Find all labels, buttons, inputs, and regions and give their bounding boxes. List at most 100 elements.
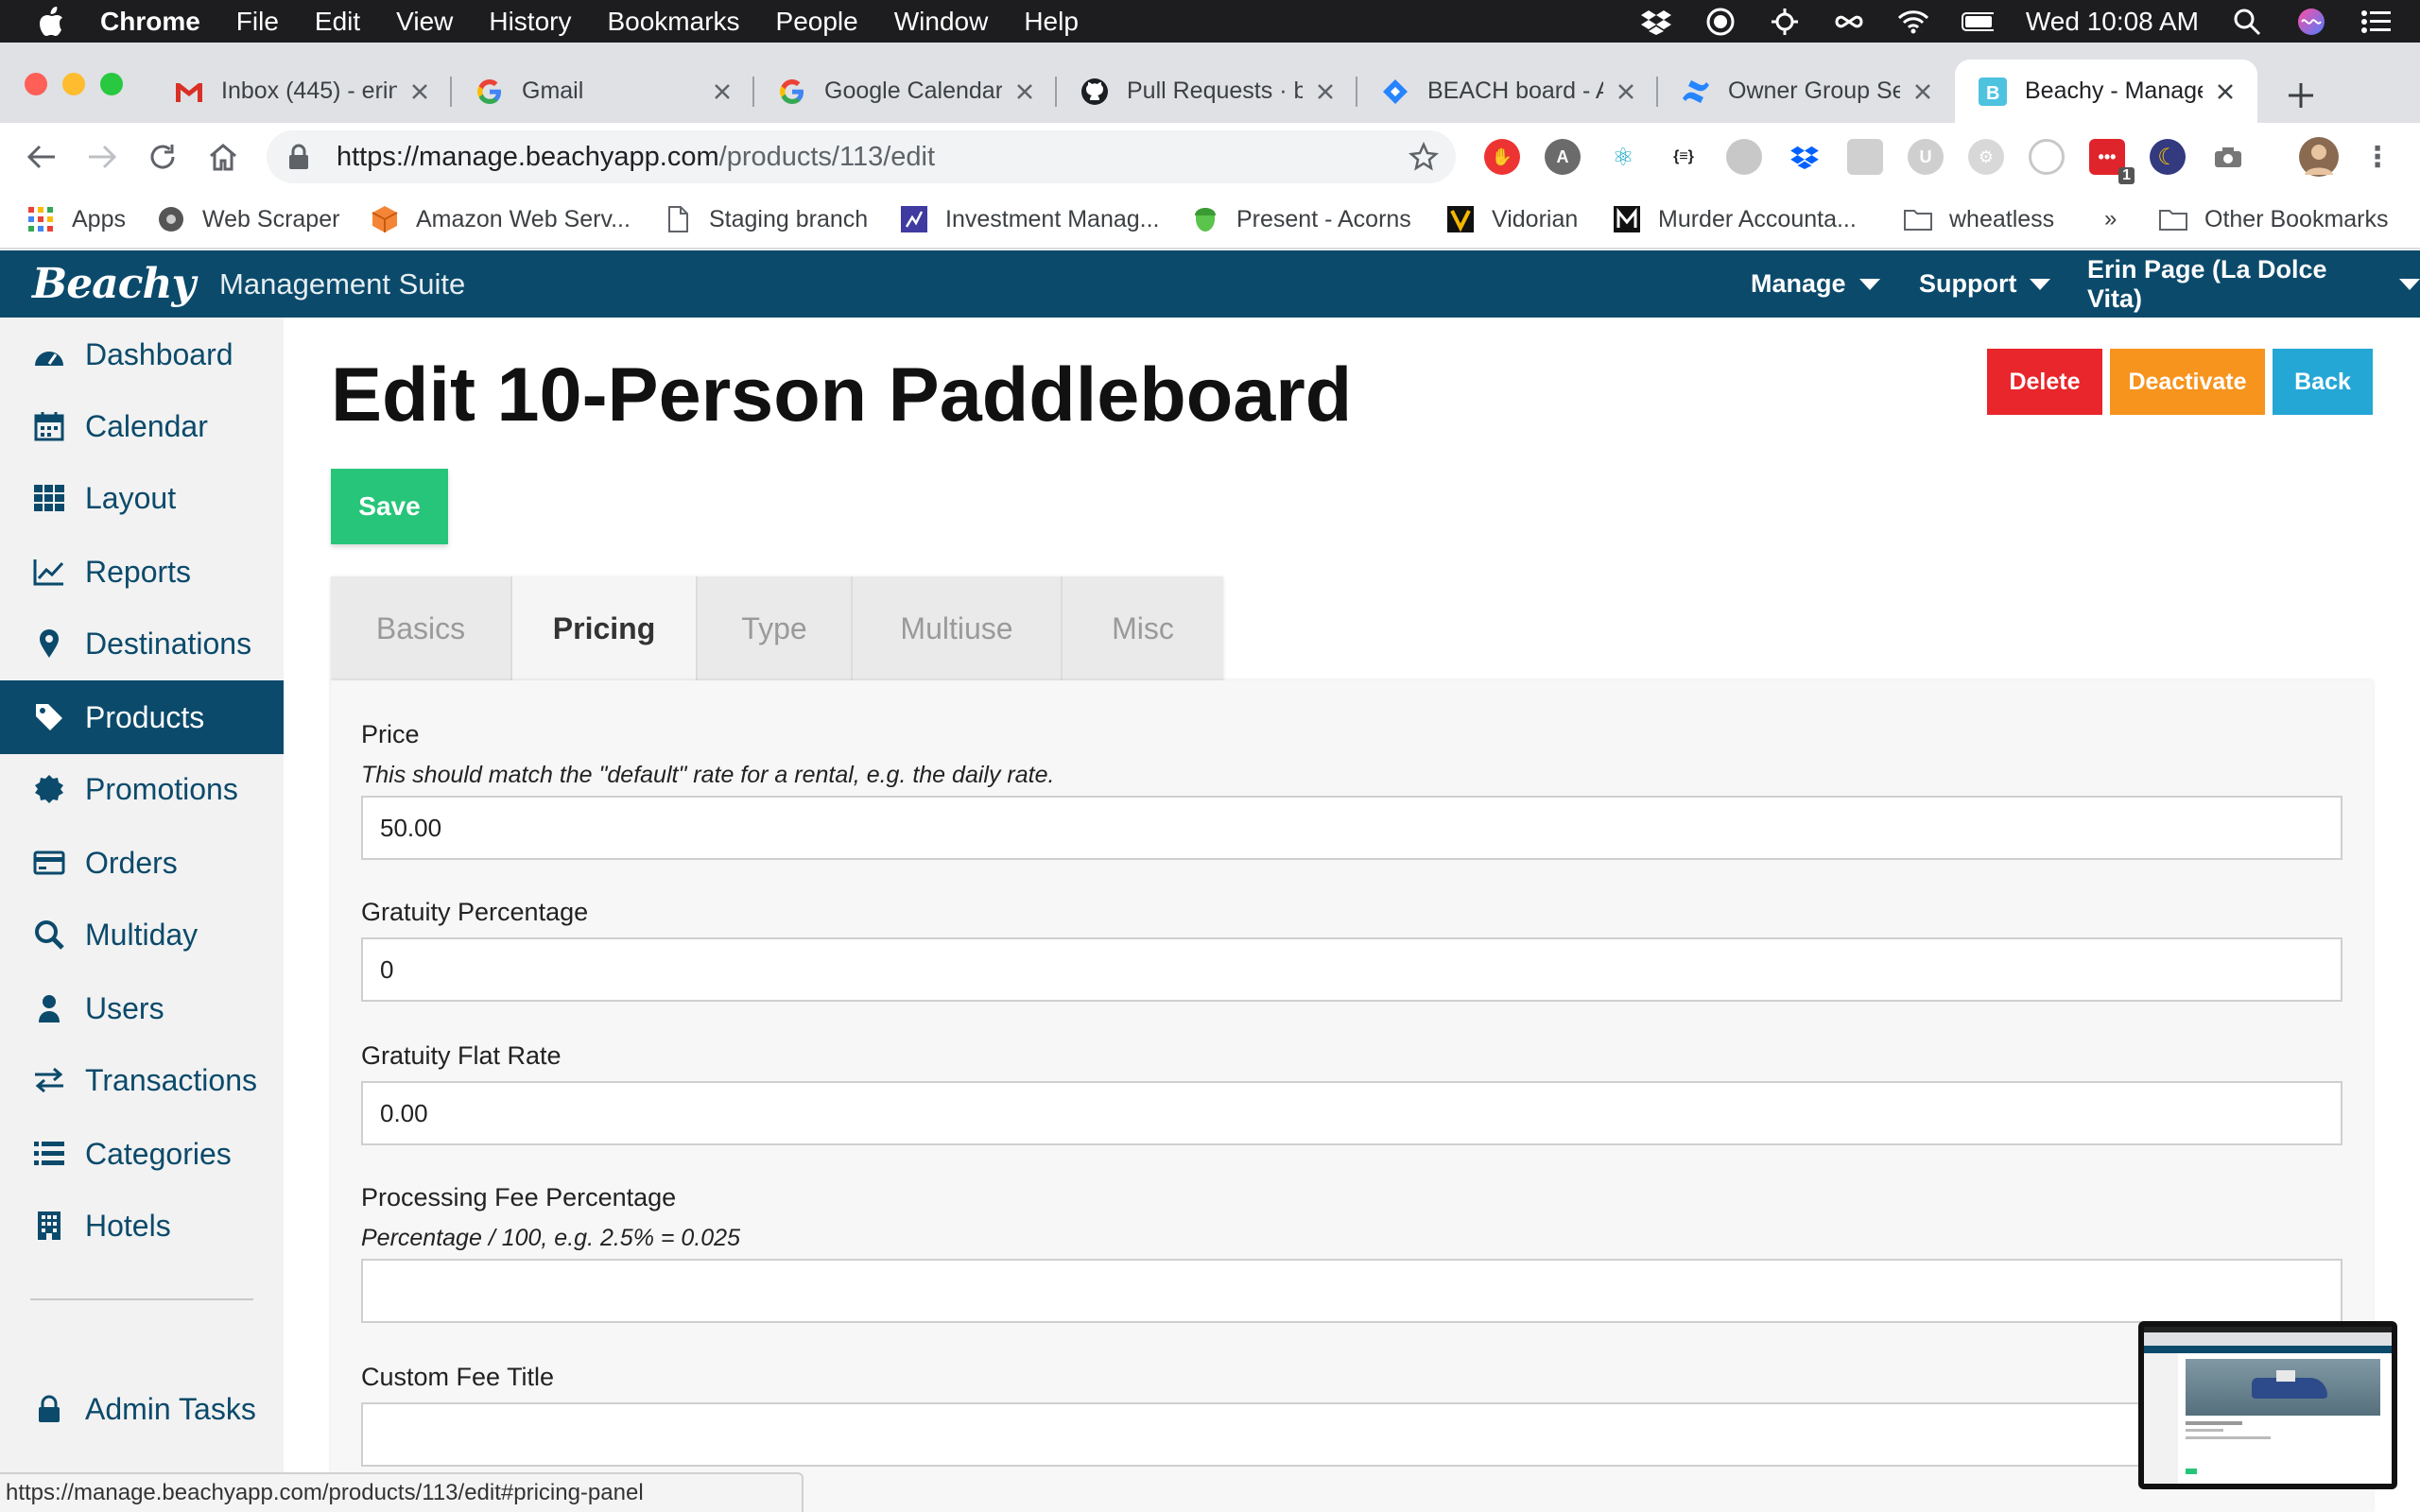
spotlight-search-icon[interactable]	[2231, 8, 2263, 36]
menu-file[interactable]: File	[236, 7, 279, 37]
reload-icon[interactable]	[144, 138, 182, 176]
lock-icon[interactable]	[287, 144, 314, 170]
wifi-icon[interactable]	[1897, 8, 1929, 36]
bookmarks-overflow-chevron[interactable]: »	[2104, 200, 2117, 238]
menu-view[interactable]: View	[396, 7, 453, 37]
sidebar-item-categories[interactable]: Categories	[0, 1117, 284, 1191]
browser-tab-gmail[interactable]: Gmail	[452, 60, 754, 123]
back-button[interactable]: Back	[2273, 349, 2373, 415]
price-input[interactable]	[361, 796, 2342, 860]
battery-icon[interactable]	[1961, 8, 1994, 36]
bookmark-star-icon[interactable]	[1409, 141, 1439, 172]
menu-history[interactable]: History	[489, 7, 571, 37]
notification-center-icon[interactable]	[2360, 8, 2392, 36]
beachy-logo[interactable]: Beachy	[32, 260, 196, 308]
move-icon[interactable]	[1769, 8, 1801, 36]
bookmark-other-bookmarks[interactable]: Other Bookmarks	[2159, 200, 2389, 238]
sidebar-item-products[interactable]: Products	[0, 680, 284, 754]
bookmark-staging-branch[interactable]: Staging branch	[664, 200, 868, 238]
close-tab-icon[interactable]	[1615, 80, 1637, 103]
sidebar-item-reports[interactable]: Reports	[0, 535, 284, 609]
gear-extension-icon[interactable]: ⚙	[1968, 139, 2004, 175]
bookmark-present-acorns[interactable]: Present - Acorns	[1191, 200, 1411, 238]
angular-extension-icon[interactable]: A	[1545, 139, 1581, 175]
sidebar-item-orders[interactable]: Orders	[0, 826, 284, 900]
screenshot-extension-icon[interactable]	[1847, 139, 1883, 175]
apple-icon[interactable]	[38, 6, 66, 38]
browser-tab-pull-requests[interactable]: Pull Requests · b	[1057, 60, 1357, 123]
close-tab-icon[interactable]	[2214, 80, 2237, 103]
react-extension-icon[interactable]: ⚛	[1605, 139, 1641, 175]
more-menu-icon[interactable]: ⋮	[2360, 139, 2395, 175]
menu-people[interactable]: People	[776, 7, 858, 37]
nav-user-dropdown[interactable]: Erin Page (La Dolce Vita)	[2087, 250, 2420, 318]
close-tab-icon[interactable]	[1911, 80, 1934, 103]
gratuity-flat-rate-input[interactable]	[361, 1081, 2342, 1145]
camera-icon[interactable]	[2210, 139, 2246, 175]
bookmark-murder-accountability[interactable]: Murder Accounta...	[1613, 200, 1857, 238]
record-icon[interactable]	[1704, 8, 1737, 36]
window-minimize-button[interactable]	[62, 73, 85, 95]
tab-misc[interactable]: Misc	[1063, 576, 1223, 680]
bookmark-investment-management[interactable]: Investment Manag...	[900, 200, 1160, 238]
close-tab-icon[interactable]	[1013, 80, 1036, 103]
infinity-icon[interactable]	[1833, 8, 1865, 36]
bookmark-web-scraper[interactable]: Web Scraper	[157, 200, 339, 238]
moon-extension-icon[interactable]: ☾	[2150, 139, 2186, 175]
sidebar-item-promotions[interactable]: Promotions	[0, 752, 284, 826]
dropbox-icon[interactable]	[1640, 8, 1672, 36]
back-arrow-icon[interactable]	[23, 138, 60, 176]
bookmark-folder-wheatless[interactable]: wheatless	[1904, 200, 2054, 238]
bookmark-amazon-web-services[interactable]: Amazon Web Serv...	[371, 200, 631, 238]
browser-tab-owner-group[interactable]: Owner Group Se	[1658, 60, 1955, 123]
nav-support-dropdown[interactable]: Support	[1919, 250, 2051, 318]
browser-tab-beachy-active[interactable]: B Beachy - Manage	[1955, 60, 2257, 123]
menu-edit[interactable]: Edit	[315, 7, 360, 37]
home-icon[interactable]	[204, 138, 242, 176]
forward-arrow-icon[interactable]	[83, 138, 121, 176]
tab-type[interactable]: Type	[698, 576, 853, 680]
sidebar-item-layout[interactable]: Layout	[0, 461, 284, 535]
deactivate-button[interactable]: Deactivate	[2110, 349, 2265, 415]
siri-icon[interactable]	[2295, 8, 2327, 36]
address-bar[interactable]: https://manage.beachyapp.com/products/11…	[267, 130, 1456, 183]
bookmark-apps[interactable]: Apps	[26, 200, 126, 238]
browser-tab-inbox[interactable]: Inbox (445) - erin	[151, 60, 452, 123]
custom-fee-title-input[interactable]	[361, 1402, 2342, 1467]
tab-basics[interactable]: Basics	[331, 576, 512, 680]
close-tab-icon[interactable]	[711, 80, 734, 103]
menu-chrome[interactable]: Chrome	[100, 7, 200, 37]
sidebar-item-users[interactable]: Users	[0, 971, 284, 1045]
menu-window[interactable]: Window	[894, 7, 989, 37]
sidebar-item-destinations[interactable]: Destinations	[0, 607, 284, 680]
new-tab-button[interactable]	[2278, 73, 2324, 118]
close-tab-icon[interactable]	[408, 80, 431, 103]
gratuity-percentage-input[interactable]	[361, 937, 2342, 1002]
menubar-clock[interactable]: Wed 10:08 AM	[2026, 7, 2199, 37]
profile-avatar[interactable]	[2299, 137, 2339, 177]
sidebar-item-transactions[interactable]: Transactions	[0, 1043, 284, 1117]
u-extension-icon[interactable]: U	[1908, 139, 1944, 175]
todo-extension-icon[interactable]: ••• 1	[2089, 139, 2135, 184]
sidebar-item-calendar[interactable]: Calendar	[0, 389, 284, 463]
close-tab-icon[interactable]	[1314, 80, 1337, 103]
browser-tab-beach-board[interactable]: BEACH board - A	[1357, 60, 1658, 123]
target-extension-icon[interactable]	[2029, 139, 2065, 175]
address-url[interactable]: https://manage.beachyapp.com/products/11…	[337, 142, 935, 173]
sidebar-item-admin-tasks[interactable]: Admin Tasks	[0, 1372, 284, 1446]
screenshot-preview-thumbnail[interactable]	[2138, 1321, 2397, 1489]
circle-extension-icon[interactable]	[1726, 139, 1762, 175]
window-zoom-button[interactable]	[100, 73, 123, 95]
json-extension-icon[interactable]: {≡}	[1666, 139, 1702, 175]
nav-manage-dropdown[interactable]: Manage	[1751, 250, 1880, 318]
bookmark-vidorian[interactable]: Vidorian	[1446, 200, 1578, 238]
sidebar-item-dashboard[interactable]: Dashboard	[0, 318, 284, 391]
menu-help[interactable]: Help	[1024, 7, 1079, 37]
processing-fee-percentage-input[interactable]	[361, 1259, 2342, 1323]
browser-tab-google-calendar[interactable]: Google Calendar	[754, 60, 1057, 123]
sidebar-item-multiday[interactable]: Multiday	[0, 898, 284, 971]
tab-multiuse[interactable]: Multiuse	[853, 576, 1063, 680]
sidebar-item-hotels[interactable]: Hotels	[0, 1189, 284, 1263]
window-close-button[interactable]	[25, 73, 47, 95]
delete-button[interactable]: Delete	[1987, 349, 2102, 415]
